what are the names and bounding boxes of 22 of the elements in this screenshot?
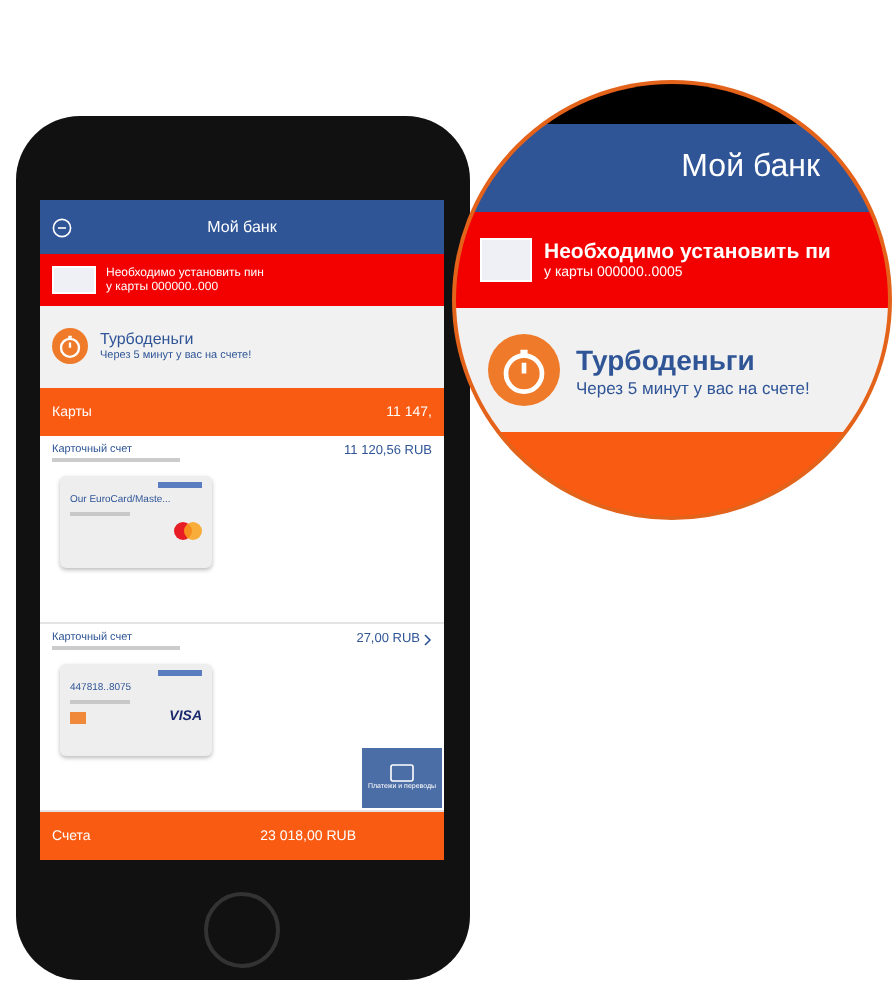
chip-icon: [70, 712, 86, 724]
placeholder-line: [52, 646, 180, 650]
promo-title: Турбоденьги: [100, 330, 196, 349]
stopwatch-icon: [52, 328, 88, 365]
stopwatch-icon: [488, 334, 560, 406]
alert-title: Необходимо установить пи: [544, 240, 831, 264]
placeholder-line: [70, 700, 130, 704]
mastercard-logo-icon: [174, 522, 202, 540]
promo-subtitle: Через 5 минут у вас на счете!: [576, 377, 810, 397]
promo-banner[interactable]: Турбоденьги Через 5 минут у вас на счете!: [456, 308, 888, 432]
wallet-icon: [390, 764, 414, 783]
chevron-icon: [424, 633, 432, 645]
app-title: Мой банк: [205, 218, 279, 237]
card-thumbnail: [52, 266, 96, 295]
card-thumbnail: [480, 238, 532, 282]
app-title: Мой банк: [681, 150, 820, 186]
promo-title: Турбоденьги: [576, 343, 757, 375]
bank-logo-icon: [158, 482, 202, 488]
bank-logo-icon: [158, 670, 202, 676]
placeholder-line: [52, 458, 180, 462]
placeholder-line: [70, 512, 130, 516]
menu-icon[interactable]: [52, 217, 72, 238]
